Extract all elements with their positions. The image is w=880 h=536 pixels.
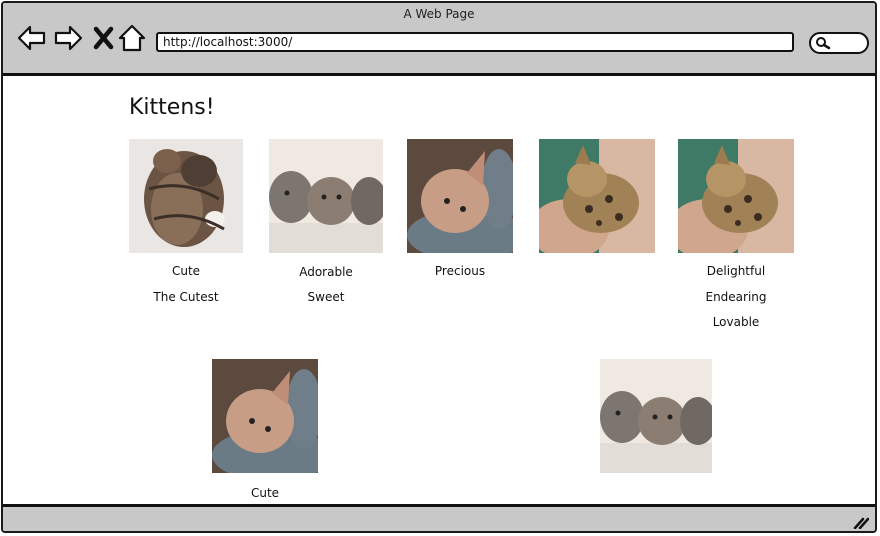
status-bar [3, 504, 875, 531]
title-bar: A Web Page http://localhost:3000/ [3, 3, 875, 76]
kitten-image [407, 139, 513, 253]
search-icon [816, 37, 831, 50]
search-field[interactable] [809, 32, 869, 54]
forward-button[interactable] [53, 23, 83, 53]
image-caption: The Cutest [153, 290, 219, 304]
arrow-left-icon [17, 25, 46, 51]
kitten-image [129, 139, 243, 253]
image-caption: Endearing [705, 290, 767, 304]
kitten-image [212, 359, 318, 473]
home-icon [118, 24, 146, 52]
image-caption: Cute [171, 264, 201, 278]
url-input[interactable]: http://localhost:3000/ [156, 32, 794, 52]
browser-window: A Web Page http://localhost:3000/ Kitten… [1, 1, 877, 533]
window-title: A Web Page [403, 7, 475, 21]
page-title: Kittens! [129, 95, 215, 120]
kitten-image [678, 139, 794, 253]
image-caption: Precious [434, 264, 486, 278]
kitten-image [269, 139, 383, 253]
home-button[interactable] [117, 23, 147, 53]
resize-grip-icon[interactable] [853, 515, 869, 529]
image-caption: Adorable [299, 265, 353, 279]
image-caption: Sweet [307, 290, 345, 304]
image-caption: Lovable [712, 315, 760, 329]
kitten-image [539, 139, 655, 253]
image-caption: Cute [250, 486, 280, 500]
image-caption: Delightful [706, 264, 766, 278]
back-button[interactable] [17, 23, 47, 53]
kitten-image [600, 359, 712, 473]
arrow-right-icon [54, 25, 83, 51]
